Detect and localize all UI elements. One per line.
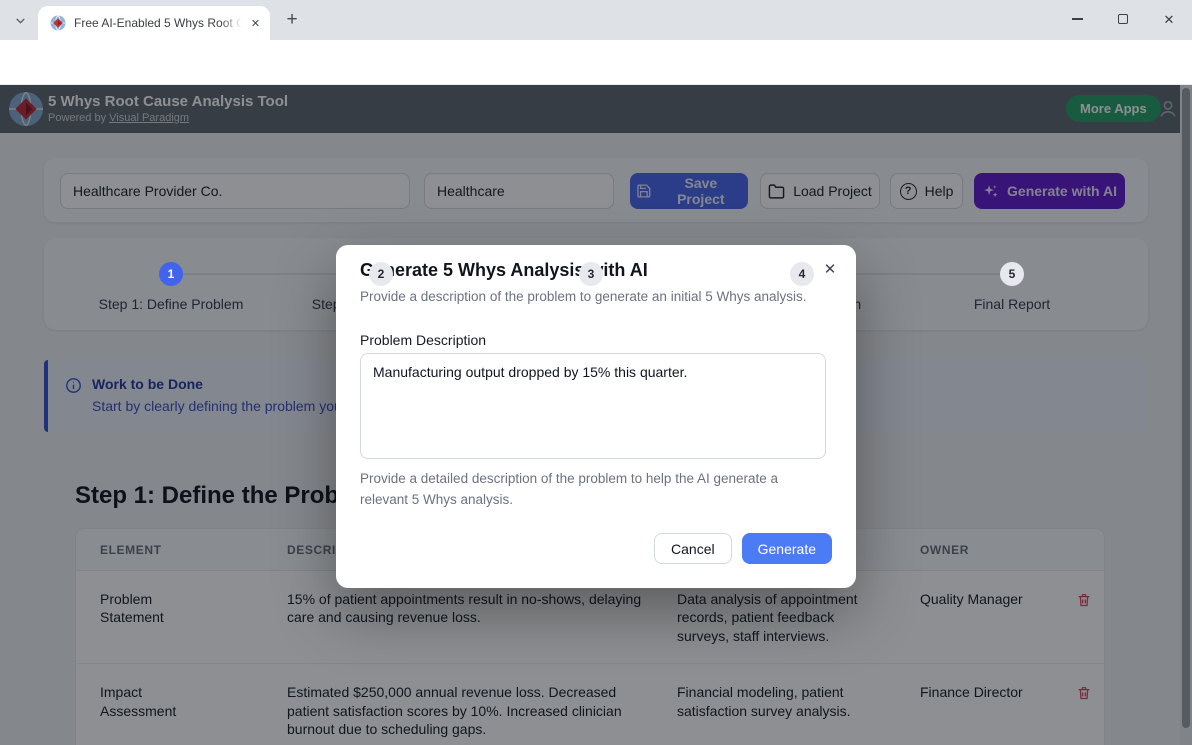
step-circle: 1: [159, 262, 183, 286]
window-close-button[interactable]: ✕: [1146, 0, 1192, 38]
close-icon: ✕: [824, 260, 837, 278]
favicon-icon: [50, 15, 66, 31]
maximize-icon: [1118, 14, 1128, 24]
problem-description-textarea[interactable]: Manufacturing output dropped by 15% this…: [360, 353, 826, 459]
dialog-helper-text: Provide a detailed description of the pr…: [360, 469, 805, 511]
window-maximize-button[interactable]: [1100, 0, 1146, 38]
tab-title: Free AI-Enabled 5 Whys Root C: [74, 15, 247, 31]
generate-button[interactable]: Generate: [742, 533, 832, 564]
dialog-title: Generate 5 Whys Analysis with AI: [360, 260, 648, 281]
new-tab-button[interactable]: +: [280, 8, 304, 32]
step-circle: 3: [579, 262, 603, 286]
tab-search-button[interactable]: [8, 8, 32, 32]
step-circle: 4: [790, 262, 814, 286]
dialog-subtitle: Provide a description of the problem to …: [360, 289, 807, 304]
browser-toolbar: ai-toolbox.visual-paradigm.com/app/5-why…: [0, 40, 1192, 85]
tab-close-button[interactable]: ✕: [247, 15, 264, 32]
problem-description-label: Problem Description: [360, 332, 486, 348]
close-icon: ✕: [1164, 13, 1175, 26]
step-circle: 2: [369, 262, 393, 286]
browser-tab[interactable]: Free AI-Enabled 5 Whys Root C ✕: [38, 6, 270, 40]
generate-ai-dialog: Generate 5 Whys Analysis with AI ✕ Provi…: [336, 245, 856, 588]
chevron-down-icon: [14, 14, 27, 27]
browser-window: Free AI-Enabled 5 Whys Root C ✕ + ✕ ai-t…: [0, 0, 1192, 745]
close-icon: ✕: [251, 17, 260, 30]
cancel-button[interactable]: Cancel: [654, 533, 732, 564]
window-minimize-button[interactable]: [1054, 0, 1100, 38]
plus-icon: +: [286, 9, 297, 31]
tab-strip: Free AI-Enabled 5 Whys Root C ✕ + ✕: [0, 0, 1192, 40]
step-circle: 5: [1000, 262, 1024, 286]
dialog-close-button[interactable]: ✕: [818, 257, 842, 281]
minimize-icon: [1072, 18, 1083, 20]
dialog-footer: Cancel Generate: [654, 533, 832, 564]
